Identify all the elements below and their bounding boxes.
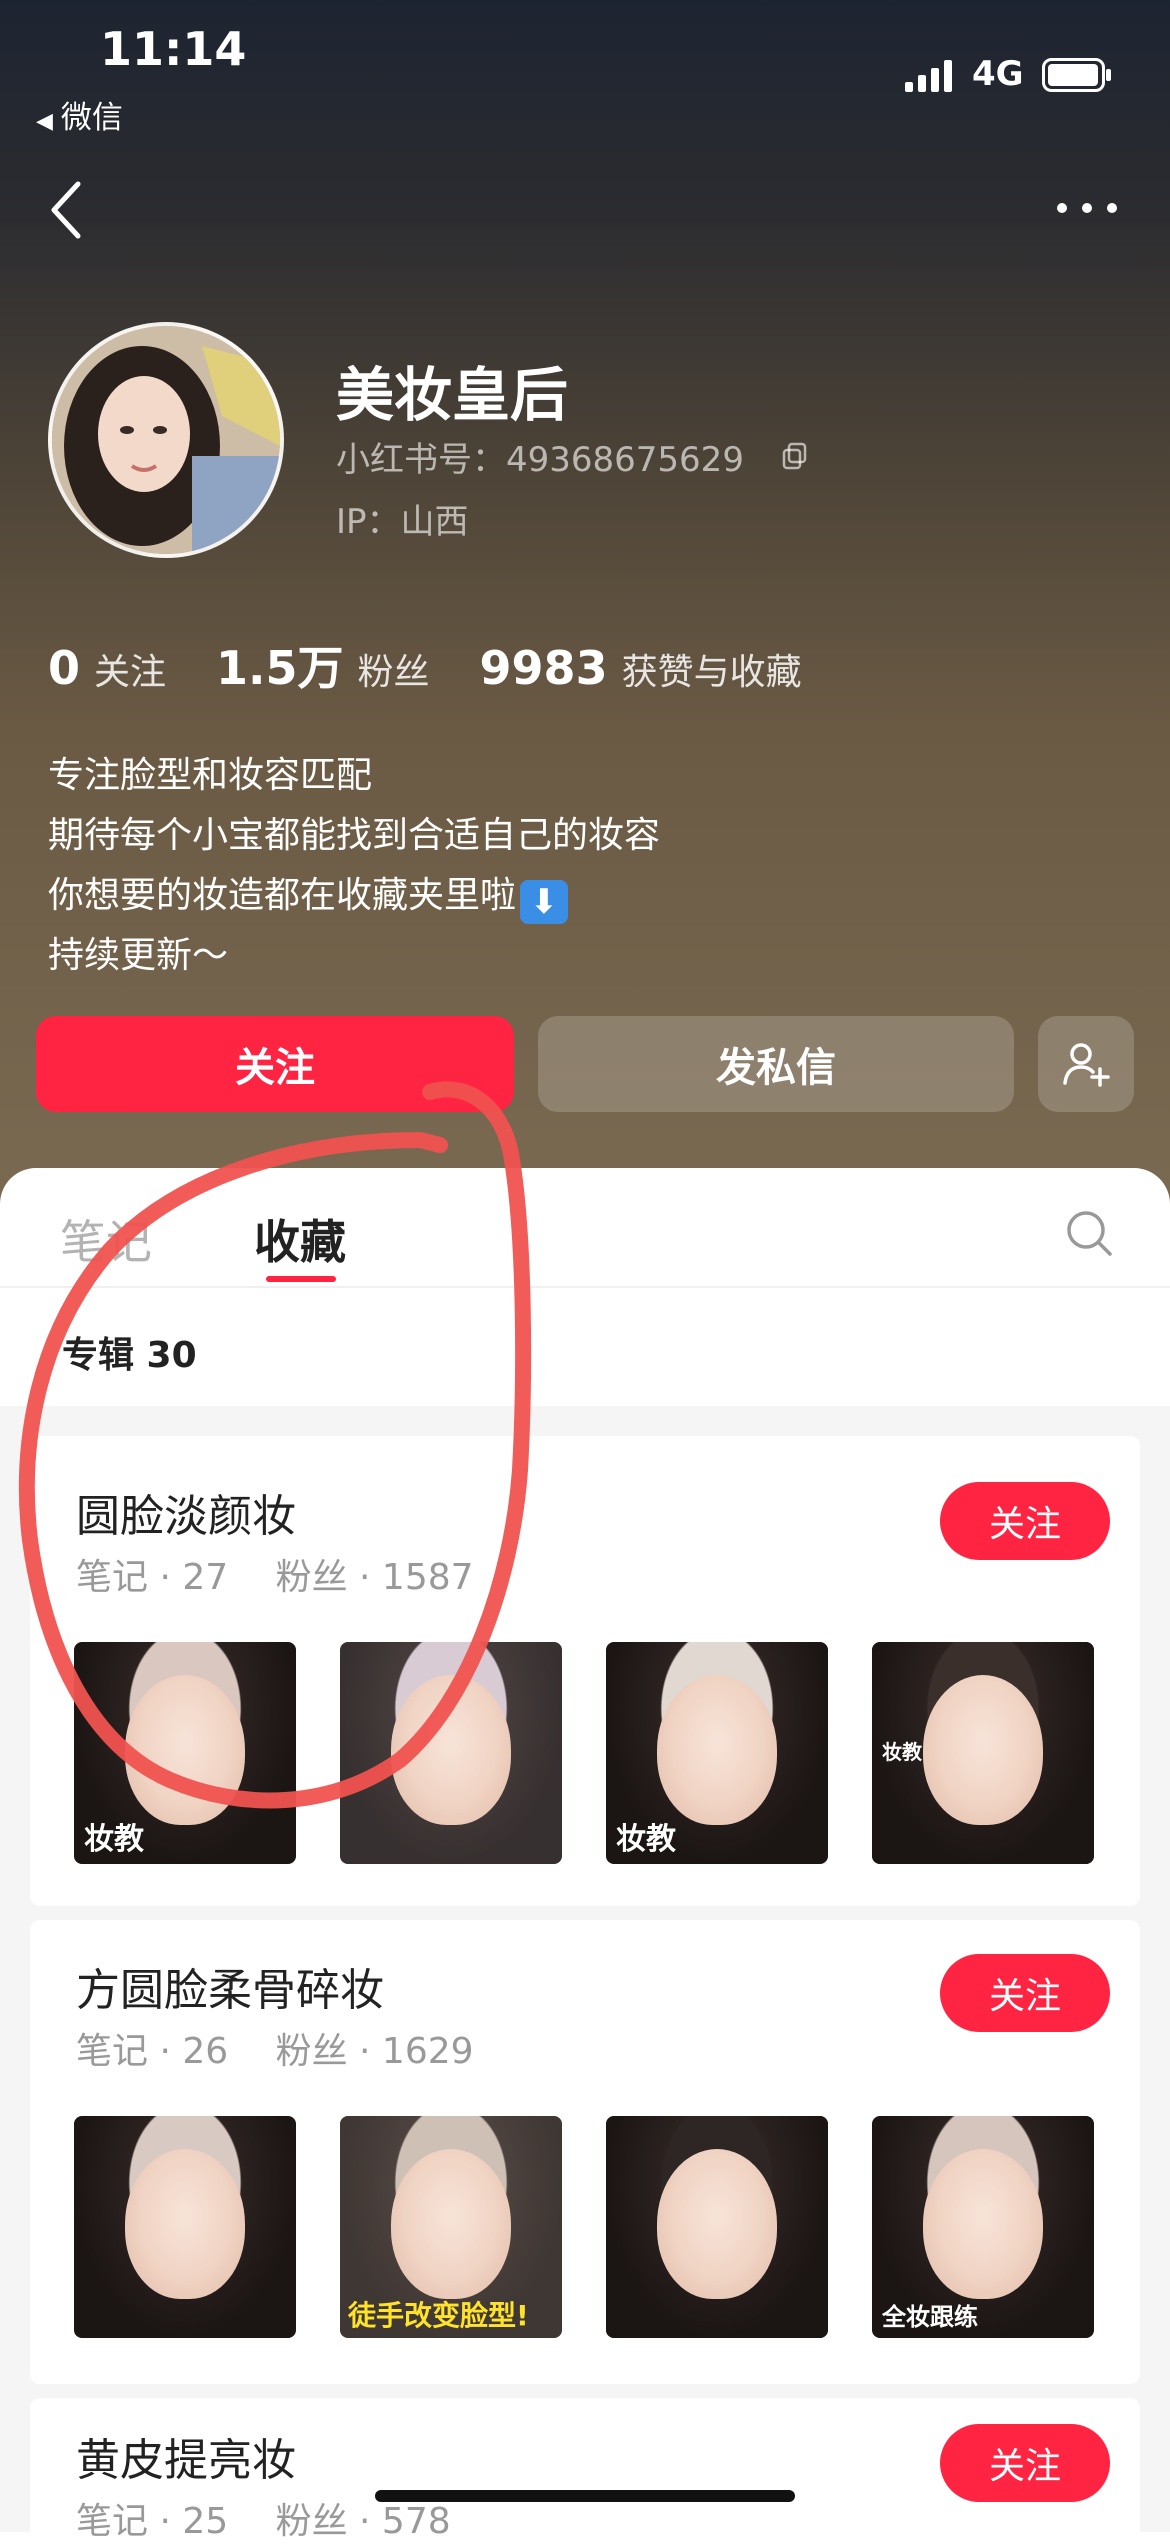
home-indicator <box>375 2490 795 2502</box>
album-thumbnail[interactable]: 全妆跟练 <box>872 2116 1094 2338</box>
thumb-face <box>391 1675 511 1826</box>
ip-location: IP：山西 <box>336 502 469 542</box>
bio-line: 你想要的妆造都在收藏夹里啦 <box>48 875 517 916</box>
album-follow-button[interactable]: 关注 <box>940 1482 1110 1560</box>
stat-label: 获赞与收藏 <box>621 652 802 693</box>
tab-divider <box>0 1286 1170 1288</box>
battery-icon <box>1042 58 1111 92</box>
stat-value: 9983 <box>479 641 608 695</box>
album-follow-button[interactable]: 关注 <box>940 1954 1110 2032</box>
thumb-caption: 徒手改变脸型! <box>348 2299 529 2332</box>
album-title: 圆脸淡颜妆 <box>76 1491 296 1542</box>
album-count: 专辑 30 <box>62 1335 197 1376</box>
stat-value: 0 <box>48 641 81 695</box>
thumb-face <box>923 2149 1043 2300</box>
thumb-face <box>125 2149 245 2300</box>
album-thumbnail[interactable]: 妆教 <box>606 1642 828 1864</box>
profile-stats: 0 关注 1.5万 粉丝 9983 获赞与收藏 <box>48 632 852 698</box>
album-meta: 笔记 · 26 粉丝 · 1629 <box>76 2031 474 2072</box>
back-arrow-icon[interactable] <box>48 180 88 240</box>
add-friend-button[interactable] <box>1038 1016 1134 1112</box>
thumb-face <box>125 1675 245 1826</box>
album-card[interactable]: 方圆脸柔骨碎妆 笔记 · 26 粉丝 · 1629 关注 徒手改变脸型! 全妆跟… <box>30 1920 1140 2384</box>
copy-icon[interactable] <box>782 442 808 470</box>
thumb-face <box>657 2149 777 2300</box>
signal-icon <box>905 60 952 92</box>
message-button[interactable]: 发私信 <box>538 1016 1014 1112</box>
thumb-caption: 妆教 <box>616 1822 676 1857</box>
stat-following[interactable]: 0 关注 <box>48 641 166 695</box>
status-time: 11:14 <box>100 22 247 76</box>
thumb-face <box>923 1675 1043 1826</box>
album-thumbnail[interactable] <box>74 2116 296 2338</box>
album-follow-button[interactable]: 关注 <box>940 2424 1110 2502</box>
avatar-portrait <box>52 326 280 554</box>
search-icon[interactable] <box>1064 1208 1114 1258</box>
tab-favorites[interactable]: 收藏 <box>254 1206 346 1272</box>
album-thumbnail[interactable] <box>606 2116 828 2338</box>
bio-line: 专注脸型和妆容匹配 <box>48 755 373 796</box>
red-id: 小红书号：49368675629 <box>336 440 744 480</box>
album-thumbnail[interactable]: 妆教 <box>74 1642 296 1864</box>
more-options-icon[interactable] <box>1056 198 1118 218</box>
album-title: 黄皮提亮妆 <box>76 2435 296 2486</box>
thumb-caption: 妆教 <box>84 1822 144 1857</box>
album-thumbnail[interactable]: 徒手改变脸型! <box>340 2116 562 2338</box>
back-to-app[interactable]: ◀ 微信 <box>36 92 123 137</box>
network-label: 4G <box>972 54 1024 94</box>
bio-line: 持续更新～ <box>48 935 229 976</box>
profile-bio: 专注脸型和妆容匹配 期待每个小宝都能找到合适自己的妆容 你想要的妆造都在收藏夹里… <box>48 746 660 986</box>
stat-label: 粉丝 <box>357 652 430 693</box>
profile-name: 美妆皇后 <box>336 361 569 429</box>
album-title: 方圆脸柔骨碎妆 <box>76 1965 384 2016</box>
album-card[interactable]: 黄皮提亮妆 笔记 · 25 粉丝 · 578 关注 <box>30 2398 1140 2542</box>
stat-followers[interactable]: 1.5万 粉丝 <box>216 632 430 698</box>
stat-value: 1.5万 <box>216 641 344 695</box>
album-thumbnail[interactable]: 妆教 <box>872 1642 1094 1864</box>
thumb-caption: 全妆跟练 <box>882 2303 978 2331</box>
thumb-face <box>657 1675 777 1826</box>
active-tab-indicator <box>266 1276 336 1282</box>
stat-likes[interactable]: 9983 获赞与收藏 <box>480 641 802 695</box>
stat-label: 关注 <box>94 652 167 693</box>
album-thumbnail[interactable] <box>340 1642 562 1864</box>
down-arrow-emoji-icon: ⬇ <box>520 880 569 924</box>
thumb-caption: 妆教 <box>882 1740 922 1764</box>
back-triangle-icon: ◀ <box>36 109 53 134</box>
back-app-label: 微信 <box>60 100 123 136</box>
tab-notes[interactable]: 笔记 <box>60 1206 152 1272</box>
avatar[interactable] <box>48 322 284 558</box>
album-meta: 笔记 · 27 粉丝 · 1587 <box>76 1557 474 1598</box>
thumb-face <box>391 2149 511 2300</box>
album-card[interactable]: 圆脸淡颜妆 笔记 · 27 粉丝 · 1587 关注 妆教 妆教 妆教 <box>30 1436 1140 1906</box>
follow-button[interactable]: 关注 <box>36 1016 514 1112</box>
bio-line-with-emoji: 你想要的妆造都在收藏夹里啦 ⬇ <box>48 866 660 926</box>
add-user-icon <box>1063 1043 1110 1087</box>
bio-line: 期待每个小宝都能找到合适自己的妆容 <box>48 815 661 856</box>
